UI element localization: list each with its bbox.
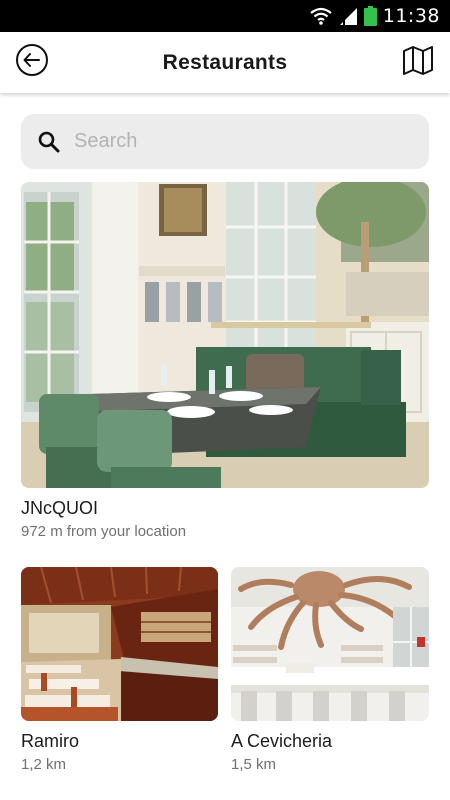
status-bar: 11:38 bbox=[0, 0, 450, 32]
restaurant-name: A Cevicheria bbox=[231, 731, 333, 751]
search-box[interactable] bbox=[21, 114, 429, 169]
restaurant-card[interactable]: JNcQUOI 972 m from your location bbox=[21, 182, 429, 540]
wifi-icon bbox=[310, 7, 332, 25]
map-icon bbox=[402, 44, 434, 81]
search-icon bbox=[38, 131, 60, 153]
app-bar: Restaurants bbox=[0, 32, 450, 93]
status-time: 11:38 bbox=[382, 5, 440, 27]
restaurant-distance: 972 m from your location bbox=[21, 523, 187, 540]
battery-icon bbox=[363, 6, 377, 26]
search-input[interactable] bbox=[74, 130, 404, 153]
back-button[interactable] bbox=[15, 43, 49, 82]
restaurant-photo bbox=[21, 182, 429, 488]
map-button[interactable] bbox=[401, 45, 435, 79]
restaurant-card[interactable]: A Cevicheria 1,5 km bbox=[231, 567, 429, 773]
page-title: Restaurants bbox=[162, 50, 288, 74]
restaurant-photo bbox=[231, 567, 429, 721]
arrow-left-icon bbox=[15, 43, 49, 82]
restaurant-distance: 1,2 km bbox=[21, 756, 67, 773]
signal-icon bbox=[338, 7, 358, 25]
restaurant-name: Ramiro bbox=[21, 731, 80, 751]
restaurant-distance: 1,5 km bbox=[231, 756, 277, 773]
restaurant-card[interactable]: Ramiro 1,2 km bbox=[21, 567, 218, 773]
restaurant-name: JNcQUOI bbox=[21, 498, 99, 518]
restaurant-photo bbox=[21, 567, 218, 721]
